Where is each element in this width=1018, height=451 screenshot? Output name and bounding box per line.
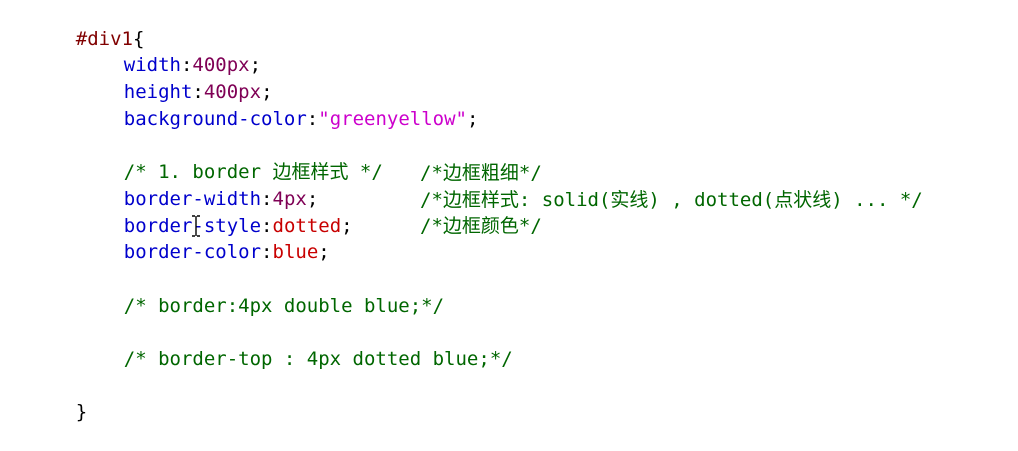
property-border-color-part1: border-co — [123, 241, 227, 263]
border-style-line: border-style:dotted; /*边框样式: solid(实线) ,… — [0, 187, 1018, 237]
comment-border-style-values: /*边框样式: solid(实线) , dotted(点状线) ... */ — [420, 189, 923, 211]
selector-line: #div1{ — [30, 0, 145, 50]
height-line: height:400px; — [0, 53, 273, 103]
property-background-color: background-color — [123, 108, 307, 130]
border-shorthand-comment-line: /* border:4px double blue;*/ — [0, 267, 444, 317]
comment-border-shorthand: /* border:4px double blue;*/ — [123, 295, 445, 317]
value-background-color: "greenyellow" — [318, 108, 467, 130]
closing-brace-line: } — [30, 373, 87, 423]
border-color-line: border-color:blue; /*边框颜色*/ — [0, 213, 1018, 263]
comment-border-color: /*边框颜色*/ — [420, 215, 542, 237]
close-brace: } — [75, 401, 88, 423]
semicolon: ; — [318, 241, 330, 263]
property-border-color-part2: lor — [226, 241, 262, 263]
width-line: width:400px; — [0, 26, 261, 76]
border-comment-line: /* 1. border 边框样式 */ — [0, 133, 383, 183]
colon: : — [261, 241, 273, 263]
comment-border-top: /* border-top : 4px dotted blue;*/ — [123, 348, 513, 370]
code-editor[interactable]: #div1{ width:400px; height:400px; backgr… — [0, 0, 1018, 423]
comment-border-width: /*边框粗细*/ — [420, 162, 542, 184]
border-width-line: border-width:4px; /*边框粗细*/ — [0, 160, 1018, 210]
value-border-color: blue — [272, 241, 319, 263]
semicolon: ; — [466, 108, 479, 130]
colon: : — [306, 108, 319, 130]
background-color-line: background-color:"greenyellow"; — [0, 80, 479, 130]
border-top-comment-line: /* border-top : 4px dotted blue;*/ — [0, 320, 513, 370]
